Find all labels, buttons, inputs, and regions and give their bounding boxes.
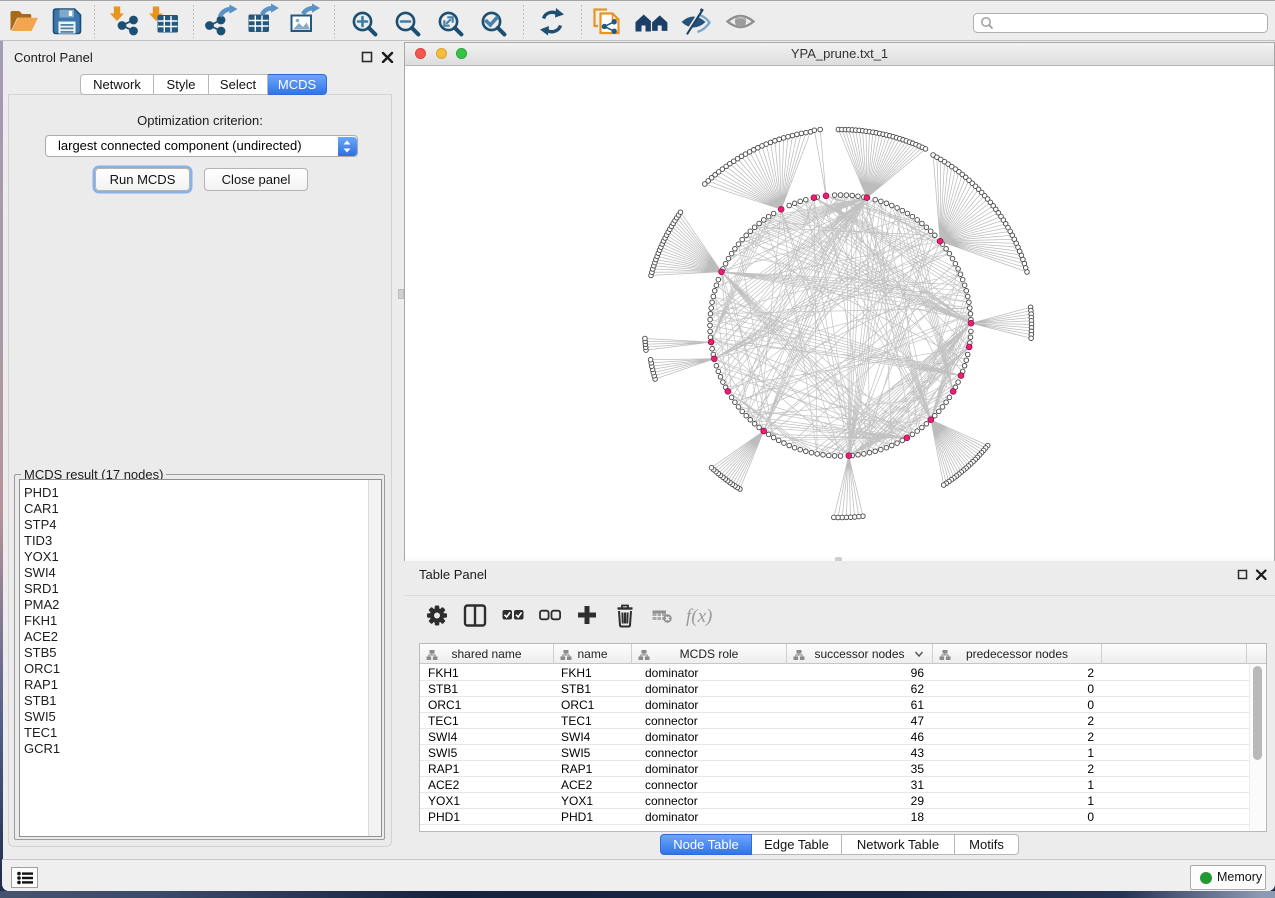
svg-text:f(x): f(x)	[686, 606, 712, 627]
